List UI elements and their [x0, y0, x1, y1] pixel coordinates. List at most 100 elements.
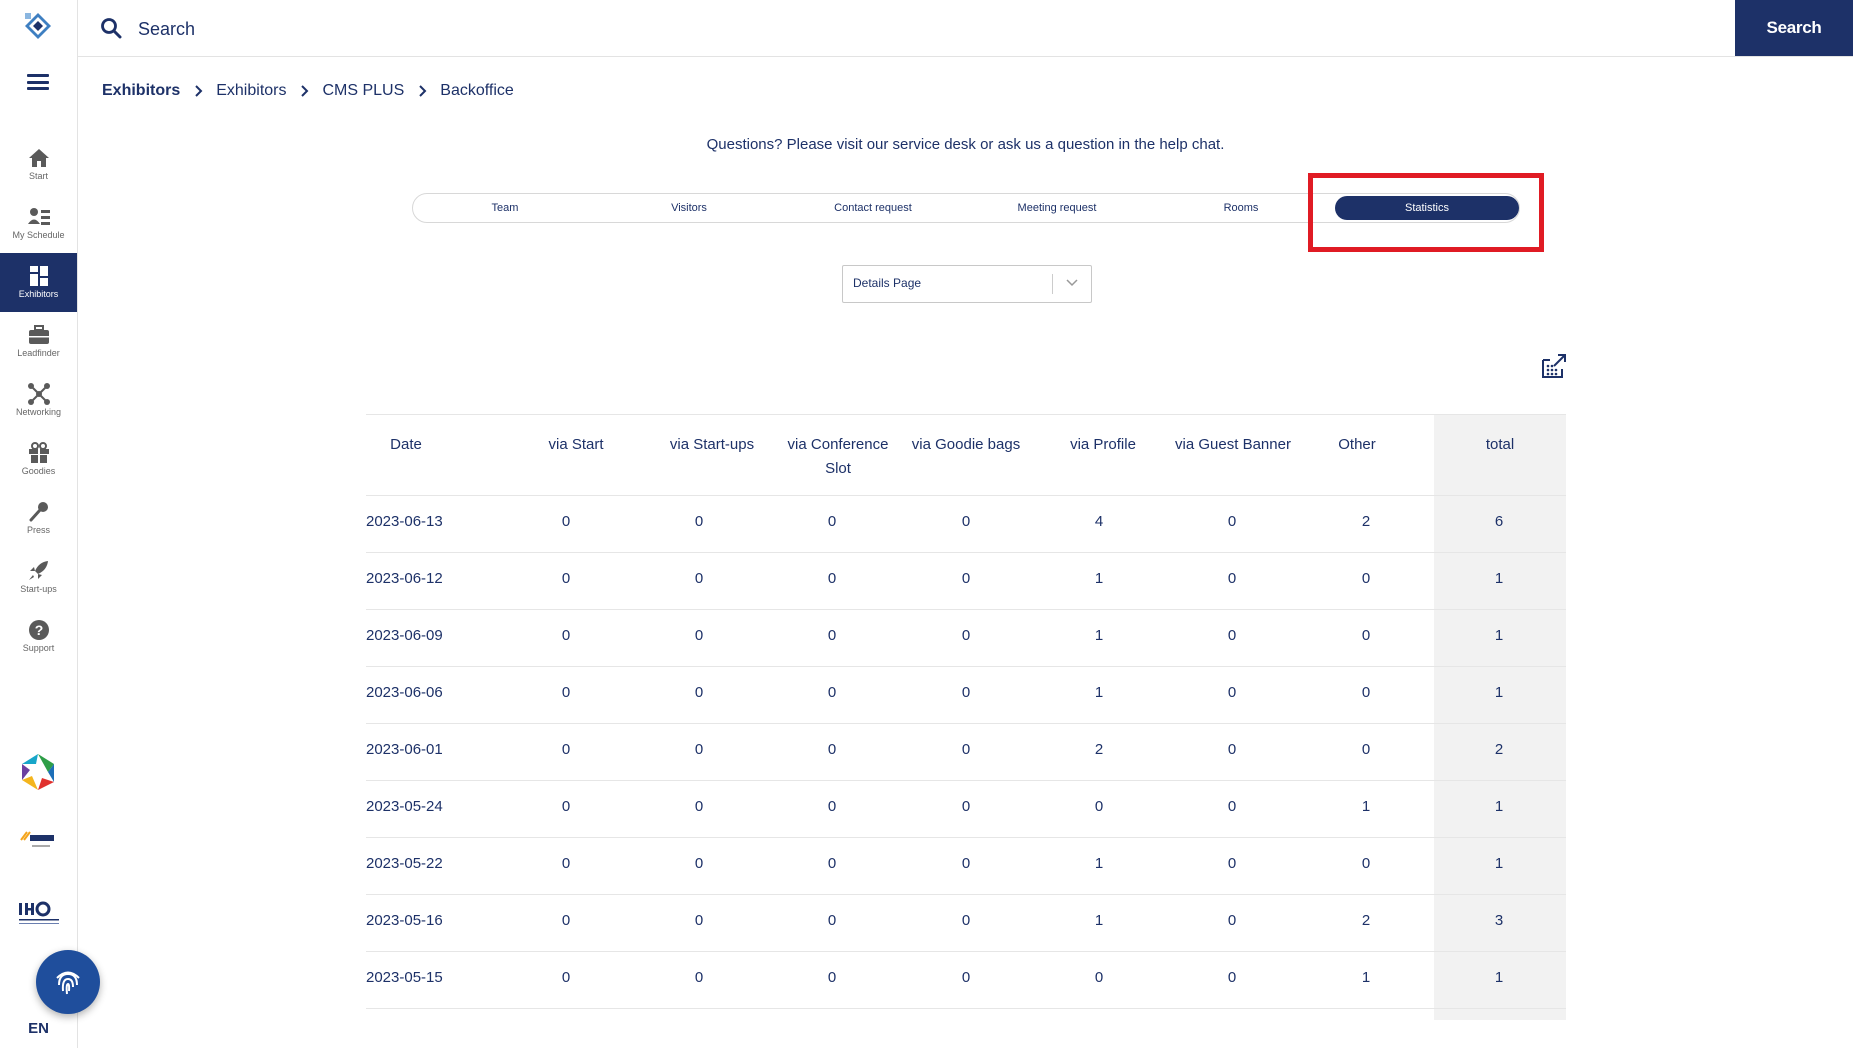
cell-total: 2: [1494, 741, 1504, 758]
cell-via-start: 0: [561, 741, 571, 758]
sidebar-nav: Start My Schedule Exhibitors Leadfinder …: [0, 135, 77, 666]
sidebar-item-label: Networking: [15, 407, 62, 417]
cell-via-guest-banner: 0: [1227, 513, 1237, 530]
help-icon: ?: [28, 620, 49, 640]
sidebar-item-label: Press: [26, 525, 50, 535]
page-select-dropdown[interactable]: Details Page: [842, 265, 1092, 303]
tab-visitors[interactable]: Visitors: [597, 194, 781, 222]
cell-total: 6: [1494, 513, 1504, 530]
cell-total: 1: [1494, 570, 1504, 587]
table-row: 2023-06-09 0 0 0 0 1 0 0 1: [366, 610, 1566, 667]
sidebar-item-exhibitors[interactable]: Exhibitors: [0, 253, 77, 312]
cell-via-start-ups: 0: [694, 969, 704, 986]
tab-team[interactable]: Team: [413, 194, 597, 222]
app-logo[interactable]: [24, 12, 52, 40]
home-icon: [28, 149, 49, 167]
table-row: 2023-06-13 0 0 0 0 4 0 2 6: [366, 496, 1566, 553]
cell-via-goodie-bags: 0: [961, 912, 971, 929]
partner-logo-colorful[interactable]: [18, 752, 58, 792]
statistics-table: Date via Start via Start-ups via Confere…: [366, 414, 1566, 1009]
highlight-box: [1308, 173, 1544, 252]
cell-date: 2023-05-15: [366, 969, 443, 986]
cell-via-conference-slot: 0: [827, 684, 837, 701]
tab-meeting-request[interactable]: Meeting request: [965, 194, 1149, 222]
sidebar-item-label: Exhibitors: [18, 289, 59, 299]
cell-via-goodie-bags: 0: [961, 741, 971, 758]
table-row: 2023-05-15 0 0 0 0 0 0 1 1: [366, 952, 1566, 1009]
sidebar-item-networking[interactable]: Networking: [0, 371, 77, 430]
header-via-start: via Start: [548, 436, 604, 453]
sidebar-item-support[interactable]: ? Support: [0, 607, 77, 666]
sidebar-item-start-ups[interactable]: Start-ups: [0, 548, 77, 607]
schedule-icon: [27, 208, 50, 225]
header-other: Other: [1338, 436, 1376, 453]
table-row: 2023-05-16 0 0 0 0 1 0 2 3: [366, 895, 1566, 952]
cell-total: 1: [1494, 969, 1504, 986]
search-input[interactable]: [136, 10, 1140, 48]
tab-rooms[interactable]: Rooms: [1149, 194, 1333, 222]
hamburger-menu-icon[interactable]: [27, 74, 49, 90]
cell-via-start-ups: 0: [694, 912, 704, 929]
table-row: 2023-06-06 0 0 0 0 1 0 0 1: [366, 667, 1566, 724]
cell-total: 1: [1494, 627, 1504, 644]
top-bar: Search: [78, 0, 1853, 57]
cell-date: 2023-06-06: [366, 684, 443, 701]
cell-date: 2023-06-01: [366, 741, 443, 758]
sidebar-item-label: My Schedule: [12, 230, 65, 240]
partner-logo-vdma[interactable]: [18, 828, 58, 858]
cell-via-profile: 1: [1094, 855, 1104, 872]
search-button[interactable]: Search: [1735, 0, 1853, 56]
sidebar-item-label: Goodies: [21, 466, 56, 476]
cell-via-start: 0: [561, 570, 571, 587]
chevron-down-icon: [1066, 279, 1078, 287]
cell-total: 1: [1494, 855, 1504, 872]
cell-via-goodie-bags: 0: [961, 798, 971, 815]
cell-via-guest-banner: 0: [1227, 798, 1237, 815]
sidebar-item-start[interactable]: Start: [0, 135, 77, 194]
cell-via-start: 0: [561, 513, 571, 530]
breadcrumb-item-exhibitors[interactable]: Exhibitors: [102, 82, 180, 100]
cell-via-goodie-bags: 0: [961, 627, 971, 644]
cell-via-guest-banner: 0: [1227, 855, 1237, 872]
cell-via-start-ups: 0: [694, 741, 704, 758]
cell-other: 0: [1361, 627, 1371, 644]
rocket-icon: [28, 561, 48, 580]
cell-other: 1: [1361, 969, 1371, 986]
tab-contact-request[interactable]: Contact request: [781, 194, 965, 222]
cell-via-guest-banner: 0: [1227, 969, 1237, 986]
fingerprint-button[interactable]: [36, 950, 100, 1014]
partner-logo-ihq[interactable]: [18, 900, 60, 928]
sidebar-item-my-schedule[interactable]: My Schedule: [0, 194, 77, 253]
chevron-right-icon: [301, 85, 309, 97]
cell-via-conference-slot: 0: [827, 855, 837, 872]
breadcrumb-item-backoffice[interactable]: Backoffice: [440, 82, 514, 100]
table-body: 2023-06-13 0 0 0 0 4 0 2 6 2023-06-12 0 0 0 0 1 0 0 1 2023…: [366, 496, 1566, 1009]
chevron-right-icon: [419, 85, 427, 97]
sidebar-item-press[interactable]: Press: [0, 489, 77, 548]
cell-via-start-ups: 0: [694, 855, 704, 872]
header-via-guest-banner: via Guest Banner: [1175, 436, 1291, 453]
cell-via-guest-banner: 0: [1227, 570, 1237, 587]
sidebar: Start My Schedule Exhibitors Leadfinder …: [0, 0, 78, 1048]
dropdown-divider: [1052, 274, 1053, 294]
sidebar-item-leadfinder[interactable]: Leadfinder: [0, 312, 77, 371]
language-switch[interactable]: EN: [0, 1020, 77, 1037]
cell-date: 2023-06-12: [366, 570, 443, 587]
cell-via-start: 0: [561, 912, 571, 929]
briefcase-icon: [28, 325, 49, 344]
cell-other: 0: [1361, 741, 1371, 758]
cell-via-profile: 1: [1094, 570, 1104, 587]
header-via-profile: via Profile: [1070, 436, 1136, 453]
export-icon[interactable]: [1540, 352, 1568, 380]
help-text: Questions? Please visit our service desk…: [706, 136, 1225, 153]
cell-via-conference-slot: 0: [827, 741, 837, 758]
sidebar-item-goodies[interactable]: Goodies: [0, 430, 77, 489]
cell-other: 0: [1361, 684, 1371, 701]
breadcrumb-item-cms-plus[interactable]: CMS PLUS: [322, 82, 404, 100]
cell-total: 3: [1494, 912, 1504, 929]
header-total: total: [1485, 436, 1515, 453]
cell-via-start: 0: [561, 627, 571, 644]
breadcrumb-item-exhibitors-2[interactable]: Exhibitors: [216, 82, 286, 100]
exhibitors-icon: [29, 266, 48, 286]
cell-via-start: 0: [561, 684, 571, 701]
